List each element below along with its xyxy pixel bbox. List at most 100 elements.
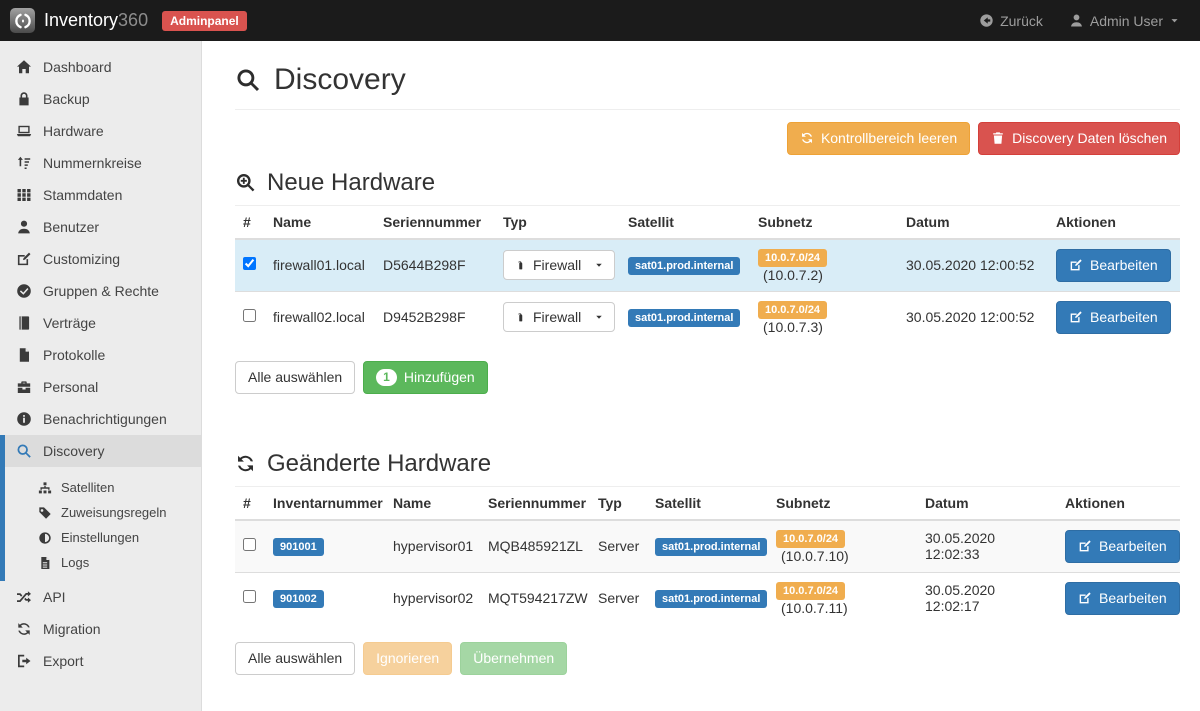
- search-plus-icon: [235, 172, 256, 193]
- edit-icon: [1078, 591, 1092, 605]
- changed-hardware-heading: Geänderte Hardware: [235, 450, 1180, 478]
- clear-control-area-button[interactable]: Kontrollbereich leeren: [787, 122, 970, 155]
- sidebar-item-gruppen-rechte[interactable]: Gruppen & Rechte: [0, 275, 201, 307]
- column-header: Subnetz: [750, 206, 898, 239]
- row-checkbox[interactable]: [243, 590, 256, 603]
- discovered-date: 30.05.2020 12:02:17: [917, 572, 1057, 624]
- table-row: 901002 hypervisor02 MQT594217ZW Server s…: [235, 572, 1180, 624]
- sidebar-item-protokolle[interactable]: Protokolle: [0, 339, 201, 371]
- edit-icon: [16, 251, 32, 267]
- satellite-badge: sat01.prod.internal: [655, 538, 767, 556]
- column-header: Name: [265, 206, 375, 239]
- changed-hardware-table: # Inventarnummer Name Seriennummer Typ S…: [235, 487, 1180, 624]
- sidebar-item-dashboard[interactable]: Dashboard: [0, 51, 201, 83]
- sidebar-item-stammdaten[interactable]: Stammdaten: [0, 179, 201, 211]
- table-row: firewall01.local D5644B298F Firewall sat…: [235, 239, 1180, 292]
- edit-icon: [1078, 539, 1092, 553]
- column-header: Typ: [495, 206, 620, 239]
- apply-button[interactable]: Übernehmen: [460, 642, 567, 675]
- type-select[interactable]: Firewall: [503, 250, 615, 280]
- file-icon: [16, 347, 32, 363]
- edit-button[interactable]: Bearbeiten: [1056, 301, 1171, 334]
- ip-address: (10.0.7.10): [781, 548, 849, 564]
- sidebar-item-vertraege[interactable]: Verträge: [0, 307, 201, 339]
- sidebar-item-satelliten[interactable]: Satelliten: [5, 475, 201, 500]
- device-name: hypervisor01: [385, 520, 480, 573]
- main-content: Discovery Kontrollbereich leeren Discove…: [202, 41, 1200, 711]
- divider: [235, 109, 1180, 110]
- search-icon: [235, 67, 261, 93]
- edit-button[interactable]: Bearbeiten: [1065, 530, 1180, 563]
- serial-number: D9452B298F: [375, 291, 495, 343]
- brand[interactable]: Inventory360 Adminpanel: [10, 8, 247, 33]
- row-checkbox[interactable]: [243, 538, 256, 551]
- select-all-button[interactable]: Alle auswählen: [235, 642, 355, 675]
- sidebar-item-einstellungen[interactable]: Einstellungen: [5, 525, 201, 550]
- row-checkbox[interactable]: [243, 309, 256, 322]
- satellite-badge: sat01.prod.internal: [628, 309, 740, 327]
- serial-number: D5644B298F: [375, 239, 495, 292]
- back-link[interactable]: Zurück: [979, 13, 1043, 29]
- type-select[interactable]: Firewall: [503, 302, 615, 332]
- sidebar-item-backup[interactable]: Backup: [0, 83, 201, 115]
- lock-icon: [16, 91, 32, 107]
- delete-discovery-data-button[interactable]: Discovery Daten löschen: [978, 122, 1180, 155]
- sidebar-item-customizing[interactable]: Customizing: [0, 243, 201, 275]
- brand-logo-icon: [10, 8, 35, 33]
- satellite-badge: sat01.prod.internal: [655, 590, 767, 608]
- book-icon: [16, 315, 32, 331]
- device-type: Server: [590, 572, 647, 624]
- brand-name: Inventory360: [44, 10, 148, 31]
- search-icon: [16, 443, 32, 459]
- briefcase-icon: [16, 379, 32, 395]
- table-row: firewall02.local D9452B298F Firewall sat…: [235, 291, 1180, 343]
- device-name: firewall02.local: [265, 291, 375, 343]
- column-header: Aktionen: [1057, 487, 1180, 520]
- home-icon: [16, 59, 32, 75]
- page-title: Discovery: [235, 63, 1180, 97]
- sidebar-item-benachrichtigungen[interactable]: Benachrichtigungen: [0, 403, 201, 435]
- column-header: Aktionen: [1048, 206, 1180, 239]
- add-button[interactable]: 1 Hinzufügen: [363, 361, 488, 394]
- sidebar-item-zuweisungsregeln[interactable]: Zuweisungsregeln: [5, 500, 201, 525]
- sidebar-item-api[interactable]: API: [0, 581, 201, 613]
- ignore-button[interactable]: Ignorieren: [363, 642, 452, 675]
- info-circle-icon: [16, 411, 32, 427]
- sort-icon: [16, 155, 32, 171]
- sidebar-item-personal[interactable]: Personal: [0, 371, 201, 403]
- sidebar-item-export[interactable]: Export: [0, 645, 201, 677]
- sidebar-item-hardware[interactable]: Hardware: [0, 115, 201, 147]
- tags-icon: [38, 506, 52, 520]
- column-header: Subnetz: [768, 487, 917, 520]
- selected-count-badge: 1: [376, 369, 397, 386]
- trash-icon: [991, 131, 1005, 145]
- select-all-button[interactable]: Alle auswählen: [235, 361, 355, 394]
- serial-number: MQT594217ZW: [480, 572, 590, 624]
- sidebar-item-nummernkreise[interactable]: Nummernkreise: [0, 147, 201, 179]
- device-name: firewall01.local: [265, 239, 375, 292]
- sign-out-icon: [16, 653, 32, 669]
- refresh-icon: [235, 453, 256, 474]
- fire-extinguisher-icon: [514, 311, 526, 323]
- arrow-circle-left-icon: [979, 13, 994, 28]
- caret-down-icon: [594, 312, 604, 322]
- caret-down-icon: [1169, 15, 1180, 26]
- sidebar-item-migration[interactable]: Migration: [0, 613, 201, 645]
- sidebar-item-logs[interactable]: Logs: [5, 550, 201, 575]
- inventory-number-badge: 901001: [273, 538, 324, 556]
- edit-button[interactable]: Bearbeiten: [1065, 582, 1180, 615]
- sidebar-item-benutzer[interactable]: Benutzer: [0, 211, 201, 243]
- shuffle-icon: [16, 589, 32, 605]
- device-name: hypervisor02: [385, 572, 480, 624]
- discovered-date: 30.05.2020 12:02:33: [917, 520, 1057, 573]
- ip-address: (10.0.7.11): [781, 600, 848, 616]
- edit-button[interactable]: Bearbeiten: [1056, 249, 1171, 282]
- column-header: Satellit: [620, 206, 750, 239]
- table-row: 901001 hypervisor01 MQB485921ZL Server s…: [235, 520, 1180, 573]
- file-text-icon: [38, 556, 52, 570]
- column-header: Datum: [898, 206, 1048, 239]
- row-checkbox[interactable]: [243, 257, 256, 270]
- sidebar-item-discovery[interactable]: Discovery: [5, 435, 201, 467]
- subnet-badge: 10.0.7.0/24: [758, 301, 827, 319]
- user-menu[interactable]: Admin User: [1069, 13, 1180, 29]
